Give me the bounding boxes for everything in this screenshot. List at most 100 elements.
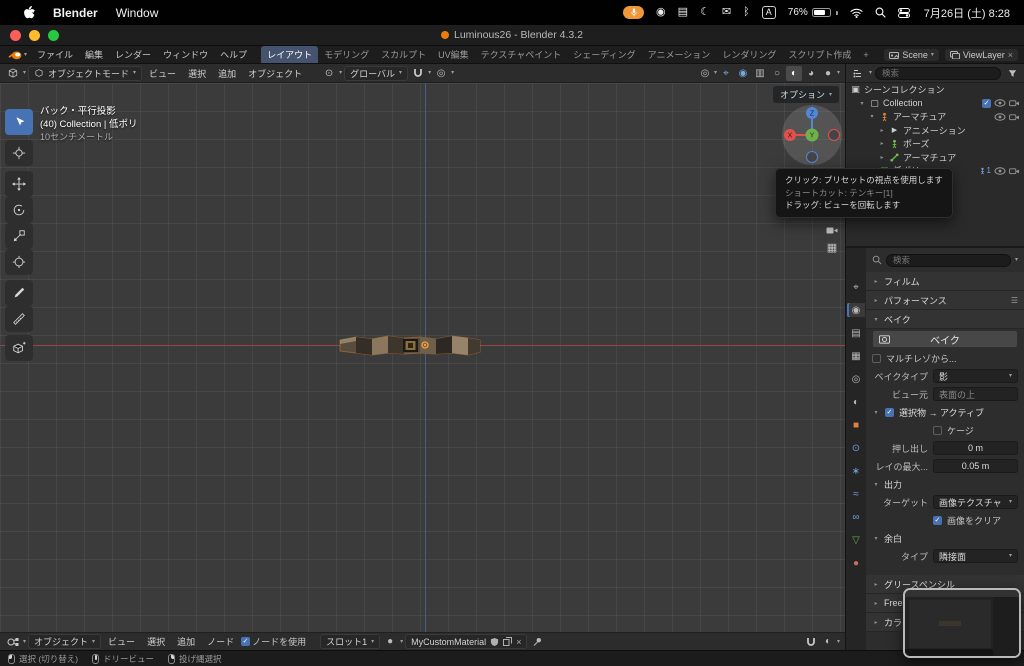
bluetooth-icon[interactable]: ᛒ xyxy=(743,7,750,18)
tab-rendering[interactable]: レンダリング xyxy=(716,46,782,63)
tab-scene-icon[interactable]: ◎ xyxy=(847,372,865,386)
pin-icon[interactable] xyxy=(529,634,545,649)
transform-orientation-dropdown[interactable]: グローバル ▾ xyxy=(344,66,408,81)
snap-node-icon[interactable] xyxy=(803,634,819,649)
tab-shading[interactable]: シェーディング xyxy=(567,46,641,63)
filter-funnel-icon[interactable] xyxy=(1004,66,1020,81)
keyboard-icon[interactable]: ▤ xyxy=(678,7,688,18)
zoom-window-button[interactable] xyxy=(48,30,59,41)
object-type-visibility-icon[interactable]: ◎ xyxy=(697,66,713,81)
tab-world-icon[interactable]: ◐ xyxy=(847,395,865,409)
margin-subpanel-header[interactable]: ▾ 余白 xyxy=(866,529,1024,547)
shading-material-icon[interactable]: ◕ xyxy=(803,66,819,81)
material-name-field[interactable]: MyCustomMaterial × xyxy=(405,634,527,649)
tab-sculpting[interactable]: スカルプト xyxy=(375,46,432,63)
chevron-right-icon[interactable]: ▸ xyxy=(878,140,886,147)
menu-file[interactable]: ファイル xyxy=(31,46,79,63)
menu-render[interactable]: レンダー xyxy=(109,46,157,63)
use-nodes-checkbox[interactable]: ✓ xyxy=(241,637,250,646)
multires-checkbox[interactable] xyxy=(872,354,881,363)
hide-eye-icon[interactable] xyxy=(994,113,1006,121)
tab-view-layer-icon[interactable]: ▦ xyxy=(847,349,865,363)
tool-cursor[interactable] xyxy=(5,140,33,166)
menu-object[interactable]: オブジェクト xyxy=(243,67,307,80)
messages-icon[interactable]: ✉ xyxy=(722,7,731,18)
outliner-row-animation[interactable]: ▸ ▶ アニメーション xyxy=(846,124,1024,138)
menu-help[interactable]: ヘルプ xyxy=(214,46,253,63)
disable-render-camera-icon[interactable] xyxy=(1009,113,1020,121)
browse-material-icon[interactable]: ▾ xyxy=(400,639,403,645)
margin-type-dropdown[interactable]: 隣接面 ▾ xyxy=(933,549,1018,563)
spotlight-icon[interactable] xyxy=(875,7,886,18)
screen-record-icon[interactable]: ◉ xyxy=(656,7,666,18)
tab-constraints-icon[interactable]: ∞ xyxy=(847,510,865,524)
tab-modeling[interactable]: モデリング xyxy=(318,46,375,63)
battery-indicator[interactable]: 76% xyxy=(788,7,838,18)
tab-animation[interactable]: アニメーション xyxy=(642,46,717,63)
toggle-xray-icon[interactable]: ▥ xyxy=(752,66,768,81)
minimize-window-button[interactable] xyxy=(29,30,40,41)
shader-menu-view[interactable]: ビュー xyxy=(103,635,140,648)
tool-transform[interactable] xyxy=(5,249,33,275)
proportional-editing-icon[interactable]: ◎ xyxy=(433,66,449,81)
menu-bar-clock[interactable]: 7月26日 (土) 8:28 xyxy=(924,5,1010,21)
input-source-icon[interactable]: A xyxy=(762,6,776,19)
hide-eye-icon[interactable] xyxy=(994,167,1006,175)
menu-view[interactable]: ビュー xyxy=(144,67,181,80)
outliner-row-scene-collection[interactable]: ▣ シーンコレクション xyxy=(846,83,1024,97)
close-window-button[interactable] xyxy=(10,30,21,41)
apple-menu[interactable] xyxy=(14,6,44,20)
control-center-icon[interactable] xyxy=(898,8,910,18)
app-menu-window[interactable]: Window xyxy=(107,6,168,20)
shader-type-dropdown[interactable]: オブジェクト ▾ xyxy=(28,634,101,649)
unlink-view-layer-icon[interactable]: × xyxy=(1008,50,1013,60)
panel-bake-header[interactable]: ▾ ベイク xyxy=(866,310,1024,329)
mode-dropdown[interactable]: オブジェクトモード ▾ xyxy=(28,66,142,81)
tool-rotate[interactable] xyxy=(5,197,33,223)
tool-add-cube[interactable] xyxy=(5,335,33,361)
tool-move[interactable] xyxy=(5,171,33,197)
bake-type-dropdown[interactable]: 影 ▾ xyxy=(933,369,1018,383)
tab-tool-icon[interactable]: ⌖ xyxy=(847,280,865,294)
copy-material-icon[interactable] xyxy=(503,637,512,646)
selected-to-active-checkbox[interactable]: ✓ xyxy=(885,408,894,417)
tab-object-icon[interactable]: ■ xyxy=(847,418,865,432)
panel-film-header[interactable]: ▸ フィルム xyxy=(866,272,1024,291)
outliner-row-armature-data[interactable]: ▸ アーマチュア xyxy=(846,151,1024,165)
chevron-right-icon[interactable]: ▸ xyxy=(878,154,886,161)
tool-annotate[interactable] xyxy=(5,280,33,306)
shader-menu-select[interactable]: 選択 xyxy=(142,635,170,648)
bake-button[interactable]: ベイク xyxy=(872,330,1018,348)
output-subpanel-header[interactable]: ▾ 出力 xyxy=(866,475,1024,493)
panel-performance-header[interactable]: ▸ パフォーマンス ☰ xyxy=(866,291,1024,310)
viewport-3d[interactable]: バック・平行投影 (40) Collection | 低ポリ 10センチメートル… xyxy=(0,83,845,632)
disable-render-camera-icon[interactable] xyxy=(1009,99,1020,107)
tab-modifiers-icon[interactable]: ⊙ xyxy=(847,441,865,455)
chevron-down-icon[interactable]: ▾ xyxy=(858,100,866,107)
moon-focus-icon[interactable]: ☾ xyxy=(700,7,710,18)
chevron-right-icon[interactable]: ▸ xyxy=(878,127,886,134)
chevron-down-icon[interactable]: ▾ xyxy=(868,113,876,120)
menu-edit[interactable]: 編集 xyxy=(79,46,109,63)
mic-in-use-icon[interactable] xyxy=(623,6,644,19)
chevron-down-icon[interactable]: ▾ xyxy=(1015,257,1018,263)
tab-uv-editing[interactable]: UV編集 xyxy=(432,46,475,63)
editor-type-3d-viewport-button[interactable] xyxy=(5,66,21,81)
tab-output-icon[interactable]: ▤ xyxy=(847,326,865,340)
outliner-row-pose[interactable]: ▸ ポーズ xyxy=(846,137,1024,151)
view-layer-selector[interactable]: ViewLayer × xyxy=(945,49,1018,61)
tab-particles-icon[interactable]: ∗ xyxy=(847,464,865,478)
shading-solid-icon[interactable]: ◐ xyxy=(786,66,802,81)
tool-select-box[interactable] xyxy=(5,109,33,135)
clear-image-checkbox[interactable]: ✓ xyxy=(933,516,942,525)
scene-selector[interactable]: Scene ▾ xyxy=(884,49,939,61)
target-dropdown[interactable]: 画像テクスチャ ▾ xyxy=(933,495,1018,509)
unlink-material-icon[interactable]: × xyxy=(516,637,521,647)
tab-texture-paint[interactable]: テクスチャペイント xyxy=(475,46,568,63)
editor-type-shader-button[interactable] xyxy=(5,634,21,649)
hide-eye-icon[interactable] xyxy=(994,99,1006,107)
add-workspace-button[interactable]: + xyxy=(857,46,874,63)
app-menu-blender[interactable]: Blender xyxy=(44,6,107,20)
tab-object-data-icon[interactable]: ▽ xyxy=(847,533,865,547)
menu-add[interactable]: 追加 xyxy=(213,67,241,80)
